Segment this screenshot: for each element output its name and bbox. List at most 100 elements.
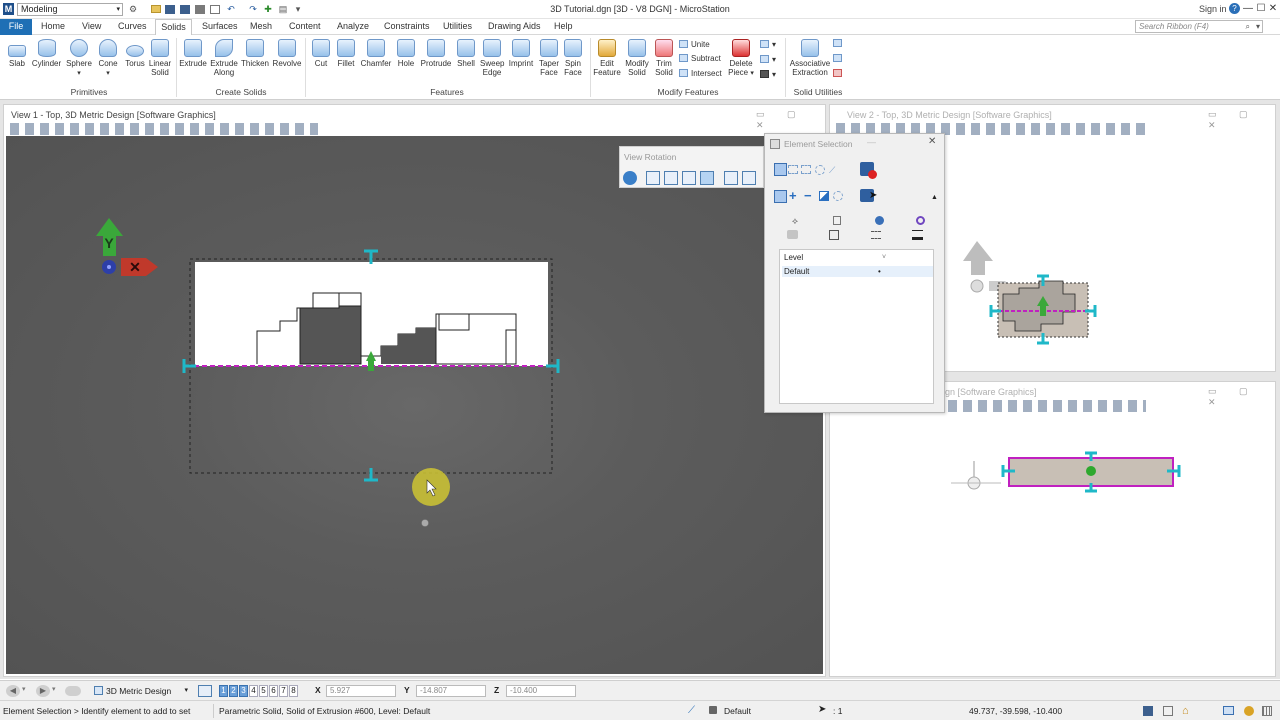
solid-utility-icon-1[interactable] — [833, 39, 845, 49]
modify-solid-button[interactable]: Modify Solid — [623, 39, 651, 77]
filter-tab-3-icon[interactable] — [875, 216, 884, 225]
dialog-minimize-button[interactable]: — — [867, 137, 876, 147]
blend-dropdown-icon[interactable]: ▾ — [760, 40, 776, 50]
delete-piece-button[interactable]: Delete Piece ▾ — [726, 39, 756, 78]
filter-tab-2-icon[interactable] — [833, 216, 841, 225]
design-history-icon[interactable] — [1163, 706, 1173, 716]
close-button[interactable]: ✕ — [1266, 3, 1280, 15]
rotate-view-icon[interactable] — [623, 171, 637, 185]
view-toggle-4[interactable]: 4 — [249, 685, 258, 697]
view-1-window-controls[interactable]: ▭ ▢ ✕ — [756, 109, 825, 131]
cut-button[interactable]: Cut — [310, 39, 332, 68]
tab-content[interactable]: Content — [289, 19, 321, 35]
bottom-view-icon[interactable] — [724, 171, 738, 185]
view-3-window-controls[interactable]: ▭ ▢ ✕ — [1208, 386, 1275, 408]
x-coordinate-field[interactable]: 5.927 — [326, 685, 396, 697]
taper-face-button[interactable]: Taper Face — [538, 39, 560, 77]
associative-extraction-button[interactable]: Associative Extraction — [788, 39, 832, 77]
view-3-toolbar[interactable] — [948, 400, 1146, 412]
remove-faces-dropdown-icon[interactable]: ▾ — [760, 70, 776, 80]
fillet-button[interactable]: Fillet — [335, 39, 357, 68]
view-toggle-7[interactable]: 7 — [279, 685, 288, 697]
view-toggle-1[interactable]: 1 — [219, 685, 228, 697]
shell-button[interactable]: Shell — [455, 39, 477, 68]
forward-nav-icon[interactable]: ▶ — [36, 685, 50, 697]
filter-tab-4-icon[interactable] — [916, 216, 925, 225]
right-view-icon[interactable] — [682, 171, 696, 185]
z-coordinate-field[interactable]: -10.400 — [506, 685, 576, 697]
intersect-button[interactable]: Intersect — [679, 69, 722, 79]
tab-surfaces[interactable]: Surfaces — [202, 19, 238, 35]
filter-level-tab-icon[interactable] — [787, 230, 798, 239]
accudraw-icon[interactable]: ⟋ — [688, 705, 695, 716]
chamfer-button[interactable]: Chamfer — [360, 39, 392, 68]
method-block-icon[interactable] — [788, 165, 798, 174]
clear-selection-icon[interactable] — [860, 162, 877, 179]
tab-curves[interactable]: Curves — [118, 19, 147, 35]
tab-drawing-aids[interactable]: Drawing Aids — [488, 19, 541, 35]
tab-mesh[interactable]: Mesh — [250, 19, 272, 35]
question-icon[interactable]: ? — [1229, 3, 1240, 14]
mode-subtract-icon[interactable]: − — [804, 189, 812, 203]
view-toggle-8[interactable]: 8 — [289, 685, 298, 697]
tab-solids[interactable]: Solids — [155, 19, 192, 36]
minimize-button[interactable]: — — [1241, 3, 1255, 15]
filter-style-tab-icon[interactable] — [871, 231, 881, 239]
save-status-icon[interactable] — [1143, 706, 1153, 716]
view-2-window-controls[interactable]: ▭ ▢ ✕ — [1208, 109, 1275, 131]
lock-icon[interactable] — [709, 706, 717, 714]
offset-face-dropdown-icon[interactable]: ▾ — [760, 55, 776, 65]
search-ribbon-input[interactable]: Search Ribbon (F4) ⌕ ▾ — [1135, 20, 1263, 33]
back-view-icon[interactable] — [742, 171, 756, 185]
slab-button[interactable]: Slab — [4, 39, 30, 68]
subtract-button[interactable]: Subtract — [679, 54, 721, 64]
extrude-along-button[interactable]: Extrude Along — [208, 39, 240, 77]
unite-button[interactable]: Unite — [679, 40, 710, 50]
view-1-toolbar[interactable] — [10, 123, 318, 135]
tab-utilities[interactable]: Utilities — [443, 19, 472, 35]
imprint-button[interactable]: Imprint — [506, 39, 536, 68]
level-row-default[interactable]: Default • — [782, 266, 933, 277]
view-groups-icon[interactable] — [198, 685, 212, 697]
mode-invert-icon[interactable] — [819, 191, 829, 201]
grid-icon[interactable] — [1262, 706, 1272, 716]
solid-utility-icon-3[interactable] — [833, 69, 845, 79]
iso-view-icon[interactable] — [700, 171, 714, 185]
torus-button[interactable]: Torus — [122, 39, 148, 68]
front-view-icon[interactable] — [664, 171, 678, 185]
view-toggle-2[interactable]: 2 — [229, 685, 238, 697]
model-dropdown[interactable]: 3D Metric Design ▾ — [94, 685, 190, 697]
collapse-dialog-icon[interactable]: ▲ — [931, 194, 938, 201]
dialog-close-button[interactable]: ✕ — [928, 136, 936, 147]
notification-icon[interactable] — [1244, 706, 1254, 716]
mode-clear-icon[interactable] — [833, 191, 843, 201]
cylinder-button[interactable]: Cylinder — [31, 39, 62, 68]
history-icon[interactable] — [65, 686, 81, 696]
view-toggle-5[interactable]: 5 — [259, 685, 268, 697]
tab-file[interactable]: File — [0, 19, 32, 35]
view-3-canvas[interactable] — [831, 413, 1275, 673]
view-1-canvas[interactable]: Y ✕ — [6, 136, 823, 674]
cone-button[interactable]: Cone ▾ — [96, 39, 120, 78]
sphere-button[interactable]: Sphere ▾ — [64, 39, 94, 78]
hole-button[interactable]: Hole — [395, 39, 417, 68]
filter-color-tab-icon[interactable] — [829, 230, 839, 240]
edit-feature-button[interactable]: Edit Feature — [593, 39, 621, 77]
monitor-icon[interactable] — [1223, 706, 1234, 715]
trim-solid-button[interactable]: Trim Solid — [652, 39, 676, 77]
tab-analyze[interactable]: Analyze — [337, 19, 369, 35]
method-line-icon[interactable]: ⟋ — [829, 165, 839, 175]
tab-home[interactable]: Home — [41, 19, 65, 35]
y-coordinate-field[interactable]: -14.807 — [416, 685, 486, 697]
tab-view[interactable]: View — [82, 19, 101, 35]
method-circle-icon[interactable] — [815, 165, 825, 175]
view-toggle-3[interactable]: 3 — [239, 685, 248, 697]
home-icon[interactable]: ⌂ — [1182, 705, 1189, 717]
revolve-button[interactable]: Revolve — [271, 39, 303, 68]
sweep-edge-button[interactable]: Sweep Edge — [480, 39, 504, 77]
method-individual-icon[interactable] — [774, 163, 787, 176]
tab-help[interactable]: Help — [554, 19, 573, 35]
forward-dropdown-icon[interactable]: ▾ — [52, 685, 56, 693]
tab-constraints[interactable]: Constraints — [384, 19, 430, 35]
solid-utility-icon-2[interactable] — [833, 54, 845, 64]
